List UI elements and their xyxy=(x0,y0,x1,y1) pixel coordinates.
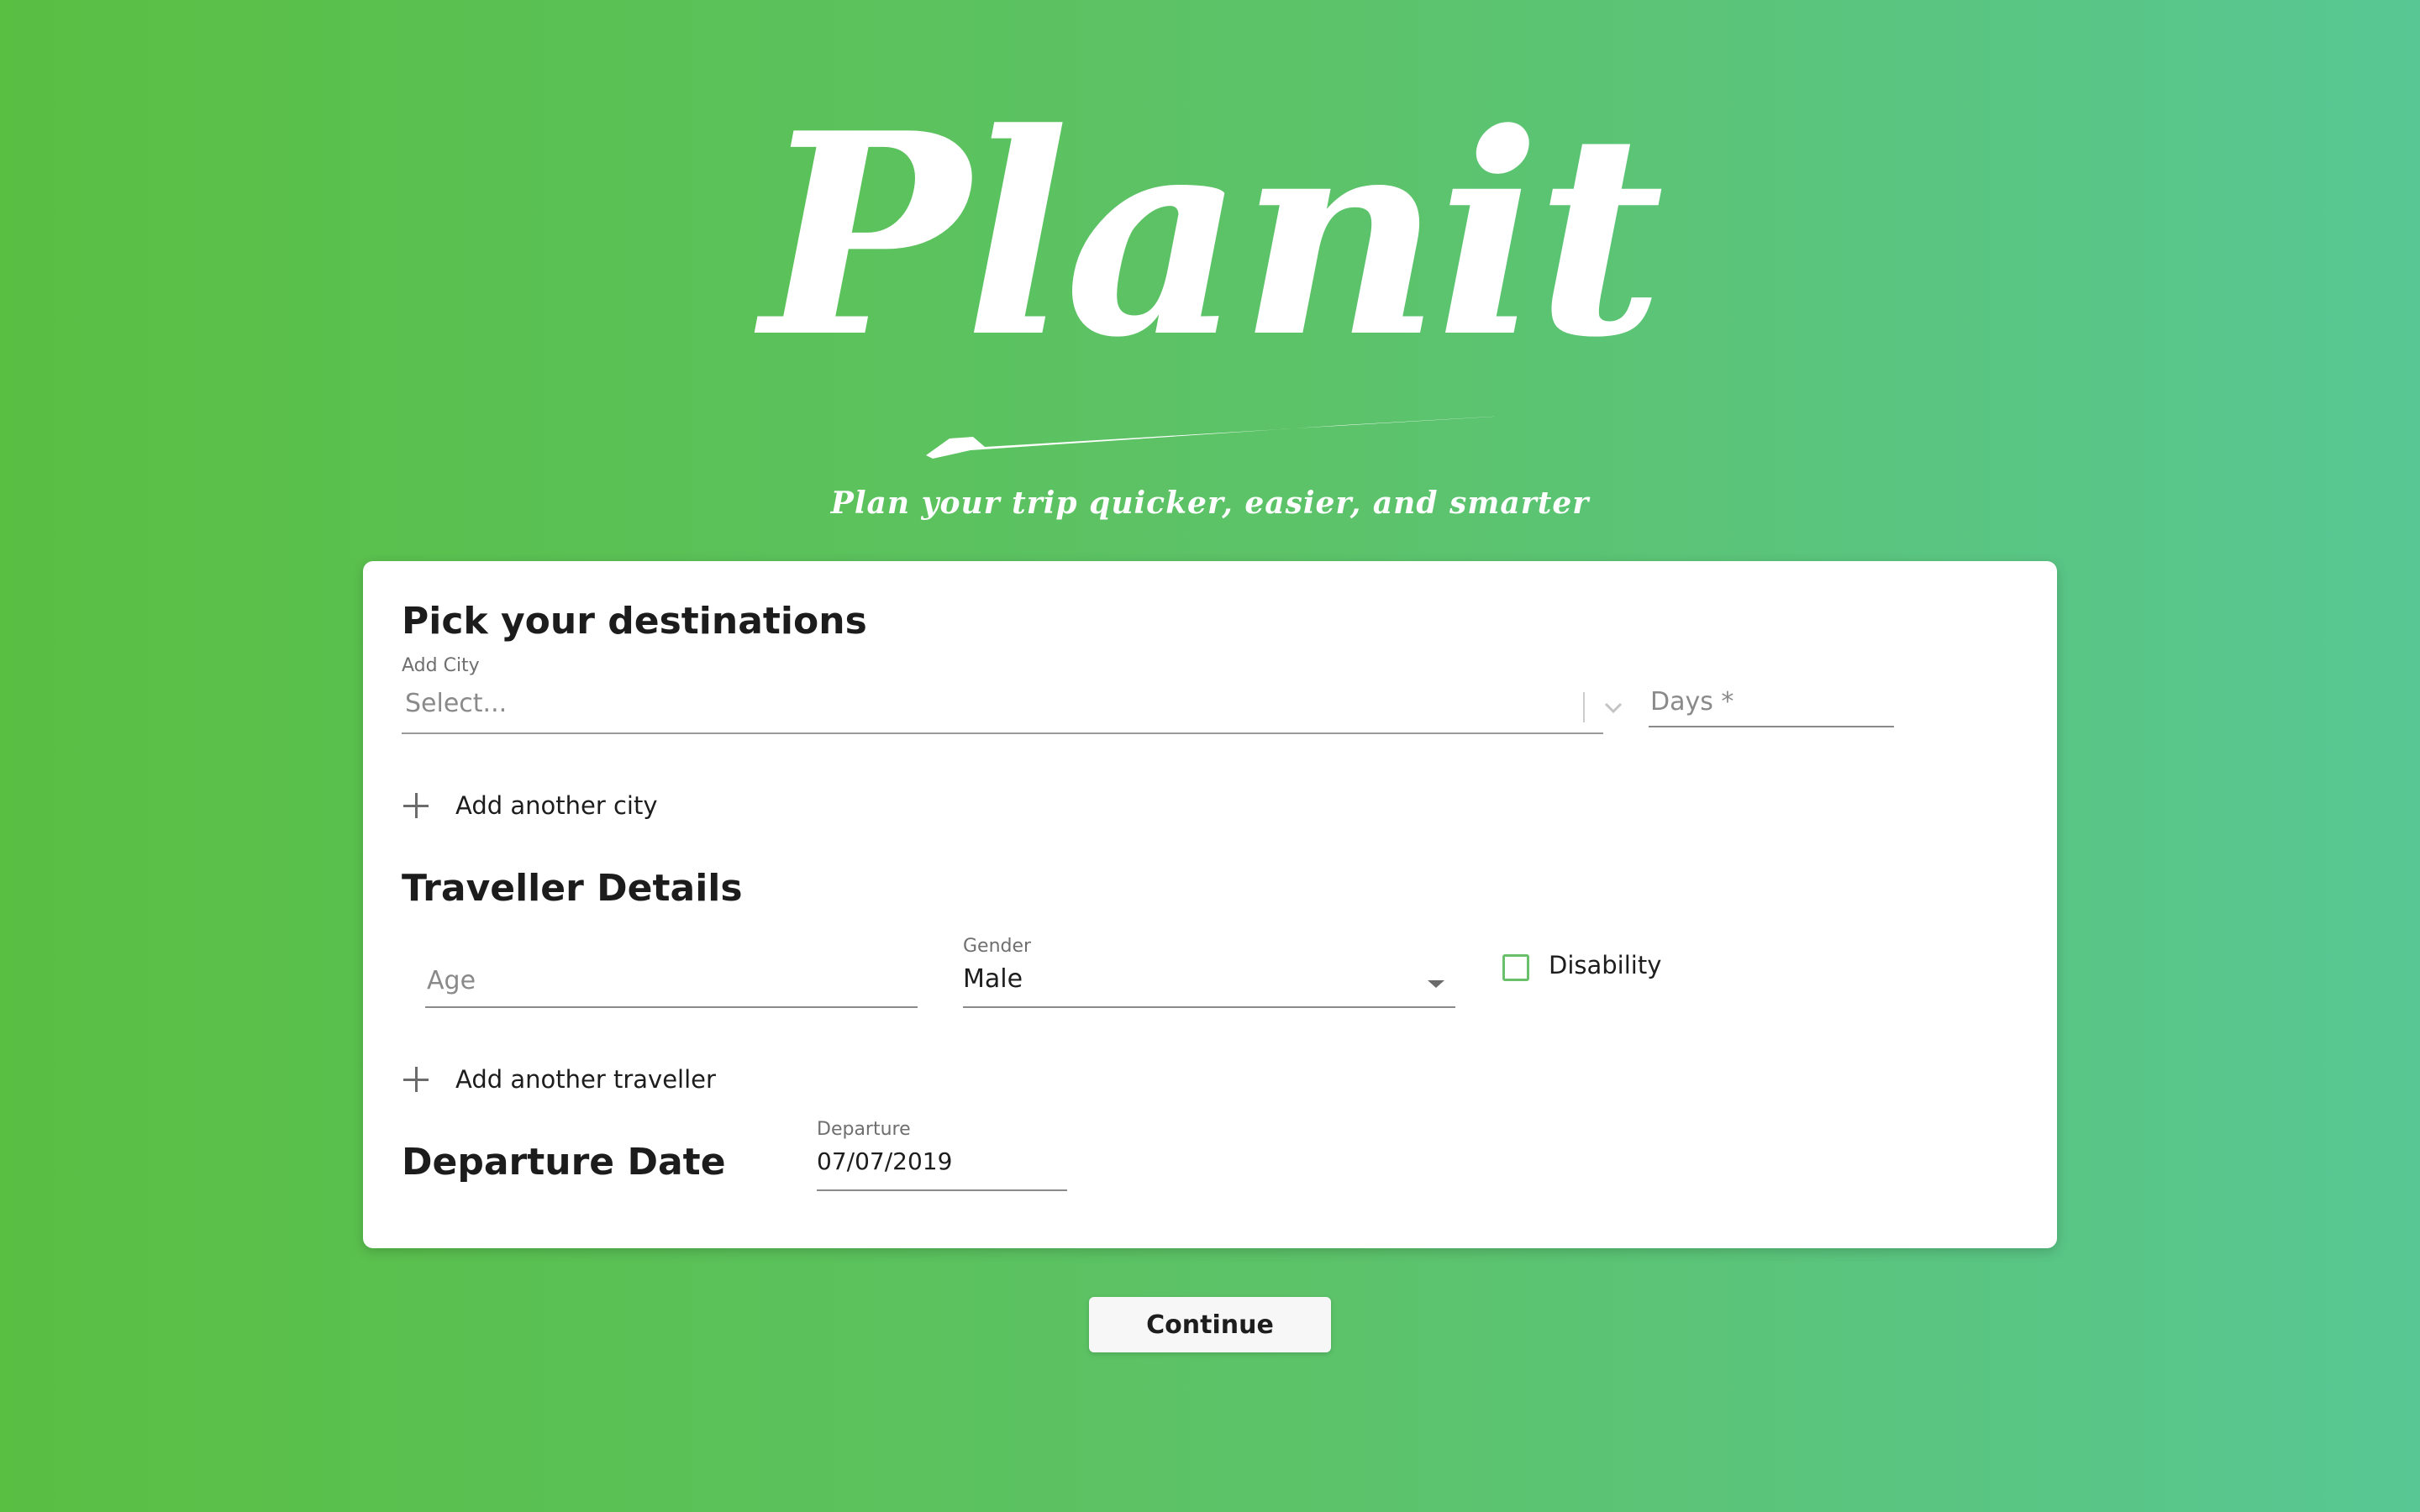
city-select-separator xyxy=(1583,692,1585,722)
traveller-details-title: Traveller Details xyxy=(402,867,743,910)
departure-date-title: Departure Date xyxy=(402,1141,726,1184)
tagline: Plan your trip quicker, easier, and smar… xyxy=(830,486,1590,521)
age-field[interactable]: Age xyxy=(425,948,918,1008)
gender-select[interactable]: Male xyxy=(963,959,1455,1008)
dropdown-arrow-icon xyxy=(1428,980,1444,988)
chevron-down-icon[interactable] xyxy=(1602,699,1625,716)
page: Planit Plan your trip quicker, easier, a… xyxy=(0,0,2420,1512)
gender-value: Male xyxy=(963,964,1023,994)
city-select[interactable]: Select... xyxy=(402,679,1623,734)
logo-wordmark: Planit xyxy=(760,72,1664,398)
add-traveller-button-label: Add another traveller xyxy=(455,1065,716,1094)
add-traveller-button[interactable]: Add another traveller xyxy=(403,1065,716,1094)
age-placeholder: Age xyxy=(427,966,476,995)
gender-label: Gender xyxy=(963,936,1032,957)
departure-date-value: 07/07/2019 xyxy=(817,1147,953,1175)
days-placeholder: Days * xyxy=(1650,687,1734,717)
disability-label: Disability xyxy=(1549,951,1662,979)
logo-swoosh-icon xyxy=(926,415,1521,459)
add-city-label: Add City xyxy=(402,655,480,676)
city-select-placeholder: Select... xyxy=(405,689,508,718)
continue-button[interactable]: Continue xyxy=(1089,1297,1331,1352)
plus-icon xyxy=(403,1067,429,1092)
departure-date-field[interactable]: 07/07/2019 xyxy=(817,1142,1067,1191)
trip-form-card: Pick your destinations Add City Select..… xyxy=(363,561,2057,1248)
departure-label: Departure xyxy=(817,1119,911,1140)
disability-checkbox[interactable] xyxy=(1502,954,1529,981)
add-city-button-label: Add another city xyxy=(455,791,658,820)
planit-logo: Planit xyxy=(756,67,1665,462)
destinations-title: Pick your destinations xyxy=(402,600,867,643)
add-city-button[interactable]: Add another city xyxy=(403,791,658,820)
plus-icon xyxy=(403,793,429,818)
days-field[interactable]: Days * xyxy=(1649,679,1894,727)
